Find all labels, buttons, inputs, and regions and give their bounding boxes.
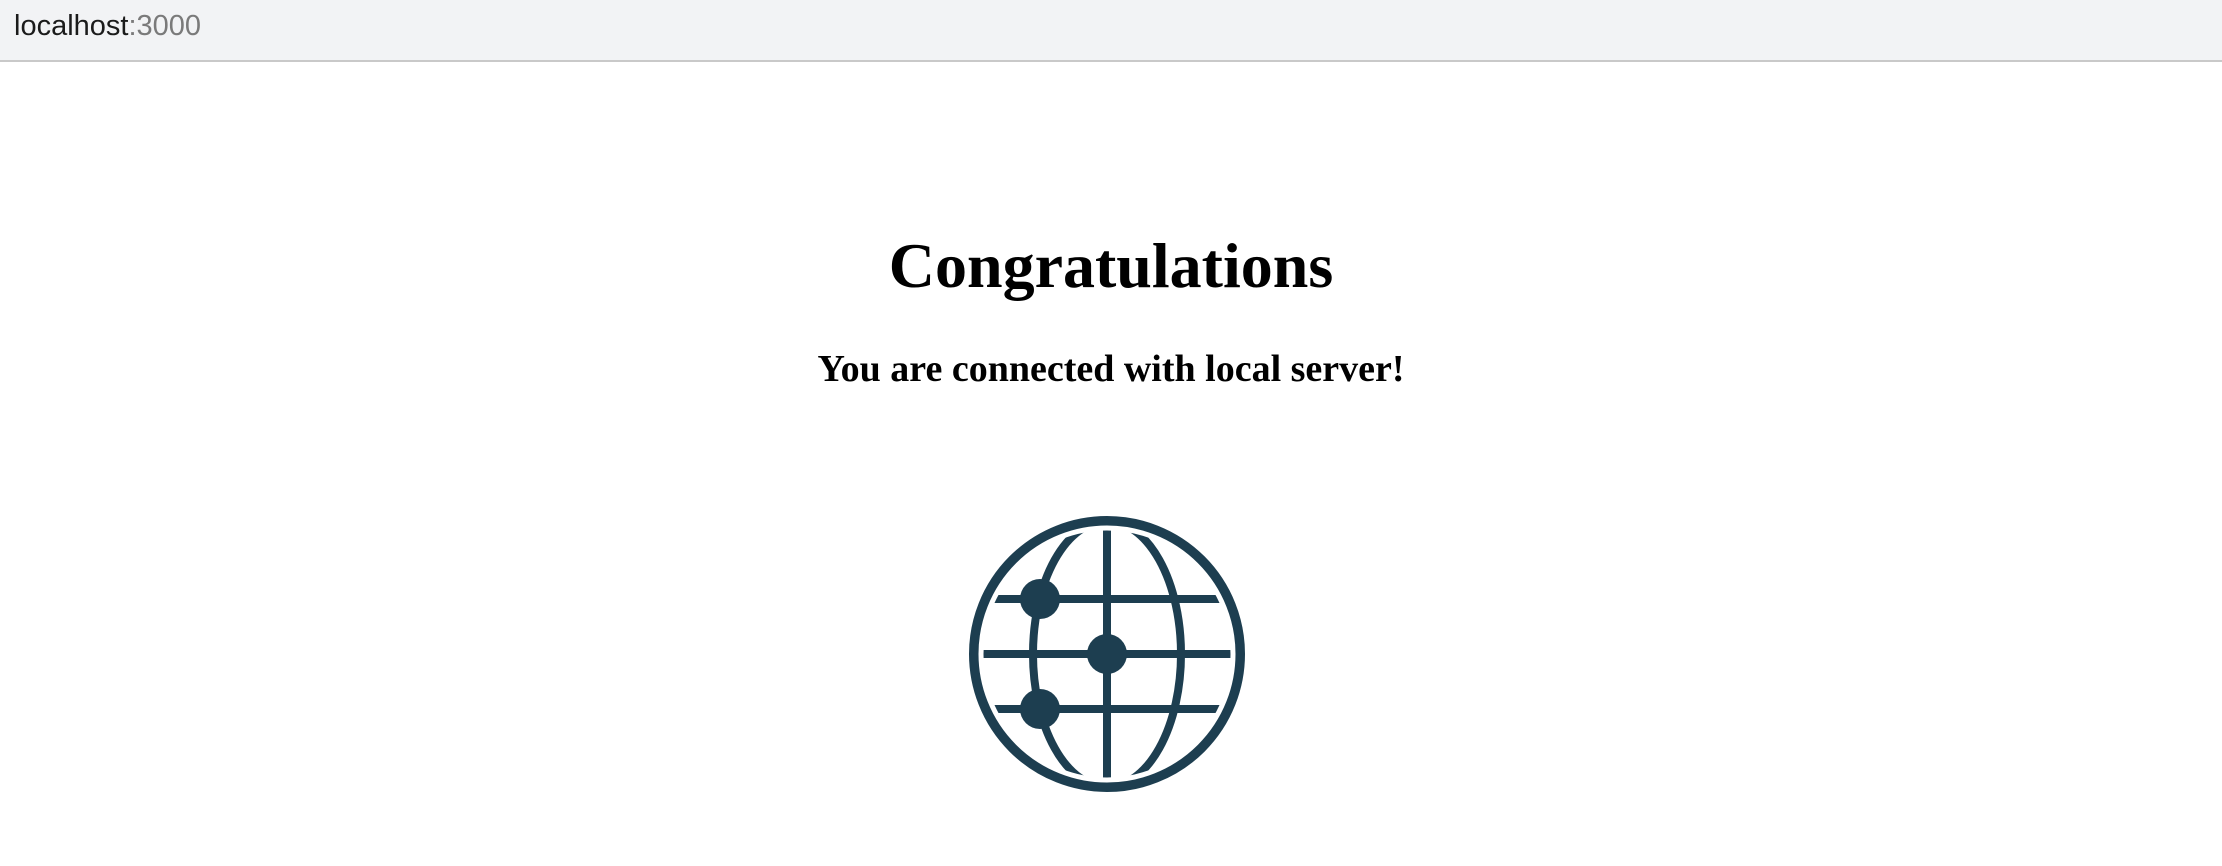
url-port: :3000 — [128, 10, 202, 42]
url-text[interactable]: localhost:3000 — [14, 8, 201, 44]
url-host: localhost — [14, 10, 129, 42]
address-bar[interactable]: localhost:3000 — [0, 0, 2222, 62]
network-globe-icon — [969, 516, 1245, 792]
page-subtitle: You are connected with local server! — [817, 348, 1405, 390]
page-title: Congratulations — [888, 230, 1334, 301]
